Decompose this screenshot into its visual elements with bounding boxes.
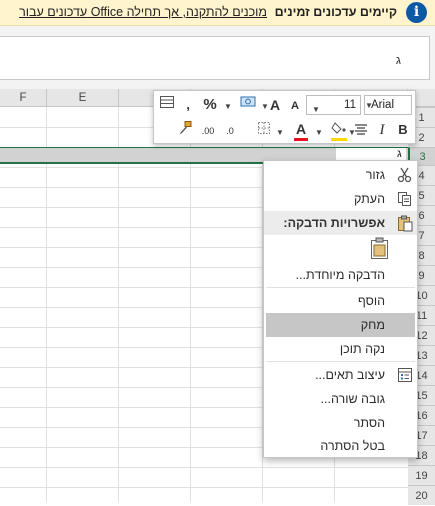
menu-item-copy[interactable]: העתק [264,187,417,211]
menu-separator [266,361,415,362]
menu-item-format-cells[interactable]: עיצוב תאים... [264,363,417,387]
center-align-icon[interactable] [352,120,370,142]
info-icon: i [406,2,427,23]
chevron-down-icon[interactable]: ▼ [365,101,373,110]
menu-item-unhide[interactable]: בטל הסתרה [264,434,417,458]
grow-font-button[interactable]: A [266,94,284,116]
menu-separator [266,287,415,288]
menu-item-label: בטל הסתרה [320,439,385,453]
decrease-decimal-label: .0 [226,126,234,136]
format-cells-icon [396,366,414,384]
context-menu: גזור העתק אפשרויות הדבקה: הדבקה מיוחדת..… [263,160,418,458]
increase-decimal-button[interactable]: .00 [198,120,218,142]
font-color-letter: A [295,121,307,137]
menu-item-label: נקה תוכן [339,342,385,356]
increase-decimal-label: .00 [201,126,215,136]
font-color-button[interactable]: A [291,118,311,140]
chevron-down-icon: ▼ [312,105,320,114]
row-header-19[interactable]: 19 [408,465,435,485]
format-table-icon[interactable] [156,94,178,116]
italic-button[interactable]: I [374,119,390,141]
font-size-value: 11 [344,99,356,111]
menu-item-row-height[interactable]: גובה שורה... [264,387,417,411]
menu-item-label: אפשרויות הדבקה: [283,216,385,230]
column-header-F[interactable]: F [0,89,47,107]
chevron-down-icon[interactable]: ▼ [315,128,323,137]
menu-item-label: העתק [354,192,385,206]
font-color-swatch [294,138,308,141]
menu-item-label: מחק [360,318,385,332]
column-header-E[interactable]: E [47,89,119,107]
font-name-value: Arial [371,99,395,111]
shrink-font-button[interactable]: A [286,95,304,117]
accounting-format-icon[interactable] [238,94,260,116]
percent-style-button[interactable]: % [200,94,220,116]
formula-bar-value: ג [395,53,401,67]
menu-item-label: עיצוב תאים... [315,368,385,382]
menu-item-clear-contents[interactable]: נקה תוכן [264,337,417,361]
paste-option-button[interactable] [368,236,392,260]
menu-item-hide[interactable]: הסתר [264,411,417,435]
comma-style-button[interactable]: , [181,94,195,116]
grid-line [0,487,408,488]
update-banner: i קיימים עדכונים זמינים עדכונים עבור Off… [0,0,435,26]
paste-options-header: אפשרויות הדבקה: [264,211,417,235]
mini-toolbar: , % ▼ ▼ A A ▼ 11 ▼ Arial ▼ .00 .0 ▼ A ▼ … [153,90,416,144]
bold-button[interactable]: B [395,119,411,141]
menu-item-label: הסתר [353,416,385,430]
fill-color-swatch [331,138,347,141]
formula-bar-edge [430,36,435,80]
banner-title: קיימים עדכונים זמינים [274,5,397,19]
copy-icon [396,190,414,208]
decrease-decimal-button[interactable]: .0 [220,120,240,142]
formula-bar[interactable]: ג [0,36,430,80]
menu-item-insert[interactable]: הוסף [264,289,417,313]
active-cell-value: ג [397,148,402,160]
grid-line [0,467,408,468]
menu-item-label: גזור [365,168,385,182]
chevron-down-icon[interactable]: ▼ [276,128,284,137]
font-size-select[interactable]: ▼ 11 [306,95,361,115]
borders-icon[interactable] [254,120,274,142]
menu-item-label: הדבקה מיוחדת... [295,268,385,282]
chevron-down-icon[interactable]: ▼ [224,102,232,111]
paste-icon [396,214,414,232]
menu-item-label: גובה שורה... [320,392,385,406]
banner-link[interactable]: עדכונים עבור Office מוכנים להתקנה, אך תח… [19,5,267,19]
menu-item-cut[interactable]: גזור [264,163,417,187]
menu-item-label: הוסף [357,294,385,308]
scissors-icon [396,166,414,184]
menu-item-paste-special[interactable]: הדבקה מיוחדת... [264,263,417,287]
formula-bar-area: ג [0,26,435,89]
menu-item-delete[interactable]: מחק [266,313,415,337]
format-painter-icon[interactable] [174,120,196,142]
row-header-20[interactable]: 20 [408,485,435,505]
